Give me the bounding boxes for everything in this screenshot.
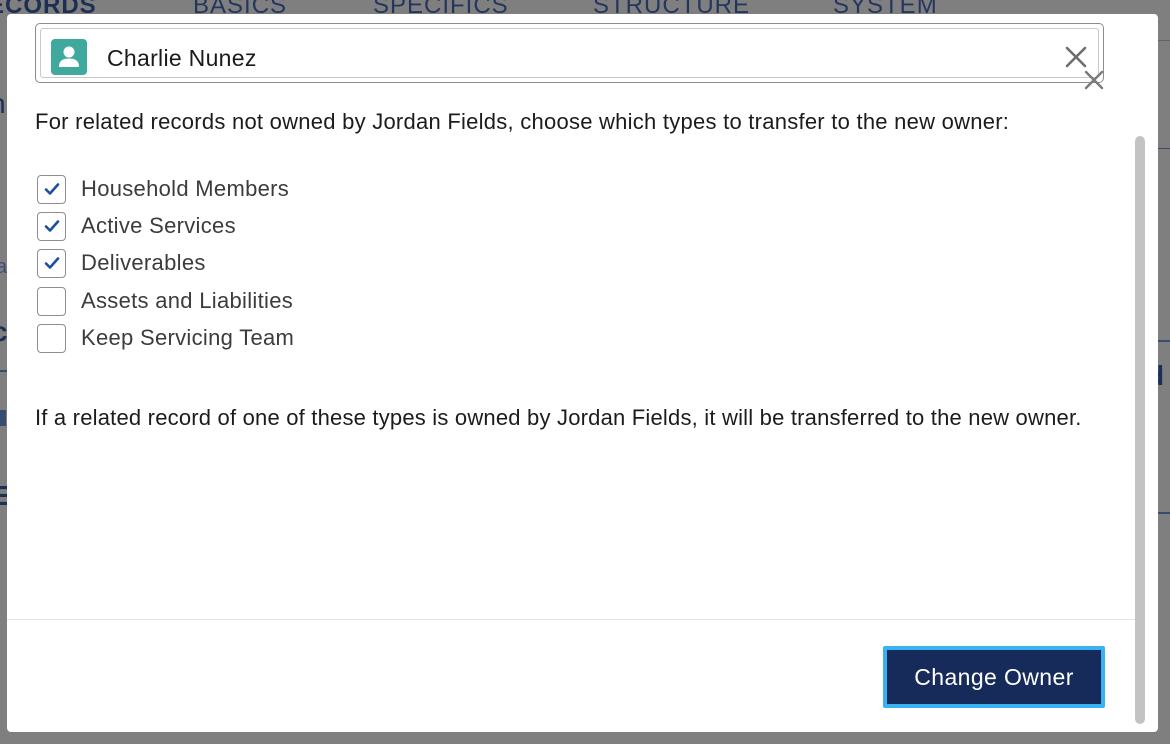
owner-lookup-pill[interactable]: Charlie Nunez: [40, 28, 1099, 78]
checkbox-label: Deliverables: [81, 250, 206, 275]
bg-fragment: h: [0, 88, 6, 120]
owner-lookup-field[interactable]: Charlie Nunez: [35, 23, 1104, 90]
checkbox-label: Keep Servicing Team: [81, 325, 295, 350]
checkbox-label: Household Members: [81, 176, 290, 201]
checkbox-deliverables[interactable]: Deliverables: [37, 248, 206, 278]
checkbox-household-members[interactable]: Household Members: [37, 174, 289, 204]
checkbox-box[interactable]: [37, 174, 66, 204]
checkbox-assets-and-liabilities[interactable]: Assets and Liabilities: [37, 286, 293, 316]
checkbox-label: Assets and Liabilities: [81, 288, 294, 313]
bg-line: [1158, 340, 1170, 342]
checkbox-keep-servicing-team[interactable]: Keep Servicing Team: [37, 323, 294, 353]
transfer-note: If a related record of one of these type…: [35, 405, 1082, 430]
user-avatar-icon: [51, 39, 87, 75]
transfer-prompt: For related records not owned by Jordan …: [35, 109, 1010, 134]
bg-line: [1158, 512, 1170, 514]
bg-line: [1158, 148, 1170, 149]
close-icon[interactable]: [1082, 68, 1106, 92]
change-owner-button[interactable]: Change Owner: [883, 646, 1105, 708]
checkbox-box[interactable]: [37, 323, 66, 353]
change-owner-modal: Charlie Nunez For related records not ow…: [7, 14, 1158, 732]
checkbox-label: Active Services: [81, 213, 236, 238]
modal-scrollbar[interactable]: [1135, 136, 1145, 724]
checkbox-active-services[interactable]: Active Services: [37, 211, 236, 241]
footer-divider: [7, 619, 1135, 620]
checkbox-box[interactable]: [37, 248, 66, 278]
selected-owner-name: Charlie Nunez: [107, 45, 257, 71]
clear-selection-icon[interactable]: [1063, 44, 1089, 70]
checkbox-box[interactable]: [37, 211, 66, 241]
checkbox-box[interactable]: [37, 286, 66, 316]
bg-line: [0, 410, 6, 426]
